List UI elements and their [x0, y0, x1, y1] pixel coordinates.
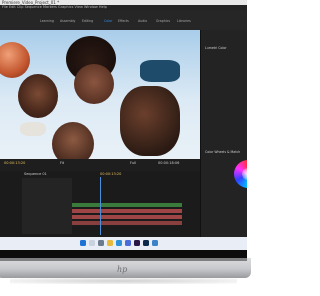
person-right: [120, 86, 180, 156]
track-headers: [22, 178, 72, 234]
tab-assembly[interactable]: Assembly: [60, 19, 75, 23]
task-view-icon[interactable]: [98, 240, 104, 246]
person-top-shirt: [140, 60, 180, 82]
fit-dropdown[interactable]: Fit: [60, 161, 64, 165]
timeline-timecode: 00:00:13:20: [100, 172, 122, 176]
tab-effects[interactable]: Effects: [118, 19, 129, 23]
workspace-bar: Learning Assembly Editing Color Effects …: [0, 10, 247, 30]
timeline-panel[interactable]: Sequence 01 00:00:13:20: [0, 171, 200, 237]
audio-clip-a3[interactable]: [72, 221, 182, 225]
premiere-icon[interactable]: [134, 240, 140, 246]
laptop: Premiere_Video_Project_01 * File Edit Cl…: [0, 0, 251, 296]
playhead[interactable]: [100, 177, 101, 235]
mail-icon[interactable]: [152, 240, 158, 246]
person-bottom: [52, 122, 94, 159]
sequence-name: Sequence 01: [24, 172, 47, 176]
taskbar: [0, 237, 247, 250]
hp-logo: hp: [117, 265, 128, 274]
lumetri-section[interactable]: Color Wheels & Match: [205, 150, 240, 154]
tab-graphics[interactable]: Graphics: [156, 19, 170, 23]
quality-dropdown[interactable]: Full: [130, 161, 136, 165]
tab-learning[interactable]: Learning: [40, 19, 54, 23]
video-clip-v1[interactable]: [72, 203, 182, 207]
timecode-duration: 00:00:18:06: [158, 161, 180, 165]
folder-icon[interactable]: [107, 240, 113, 246]
timecode-current: 00:00:13:20: [4, 161, 26, 165]
lumetri-panel: Lumetri Color Color Wheels & Match: [200, 30, 247, 237]
audio-clip-a1[interactable]: [72, 209, 182, 213]
program-monitor[interactable]: [0, 30, 200, 159]
tab-audio[interactable]: Audio: [138, 19, 147, 23]
white-shirt: [20, 122, 46, 136]
person-center: [74, 64, 114, 104]
tab-color[interactable]: Color: [104, 19, 112, 23]
start-icon[interactable]: [80, 240, 86, 246]
audio-clip-a2[interactable]: [72, 215, 182, 219]
photoshop-icon[interactable]: [143, 240, 149, 246]
monitor-controls: 00:00:13:20 Fit Full 00:00:18:06: [0, 159, 200, 171]
hinge: [0, 258, 247, 261]
edge-icon[interactable]: [116, 240, 122, 246]
screen-chin: [0, 250, 247, 258]
tab-libraries[interactable]: Libraries: [177, 19, 191, 23]
lumetri-title: Lumetri Color: [205, 46, 227, 50]
store-icon[interactable]: [125, 240, 131, 246]
person-left: [18, 74, 58, 118]
screen: Premiere_Video_Project_01 * File Edit Cl…: [0, 0, 247, 250]
search-icon[interactable]: [89, 240, 95, 246]
tab-editing[interactable]: Editing: [82, 19, 93, 23]
laptop-shadow: [10, 278, 237, 284]
